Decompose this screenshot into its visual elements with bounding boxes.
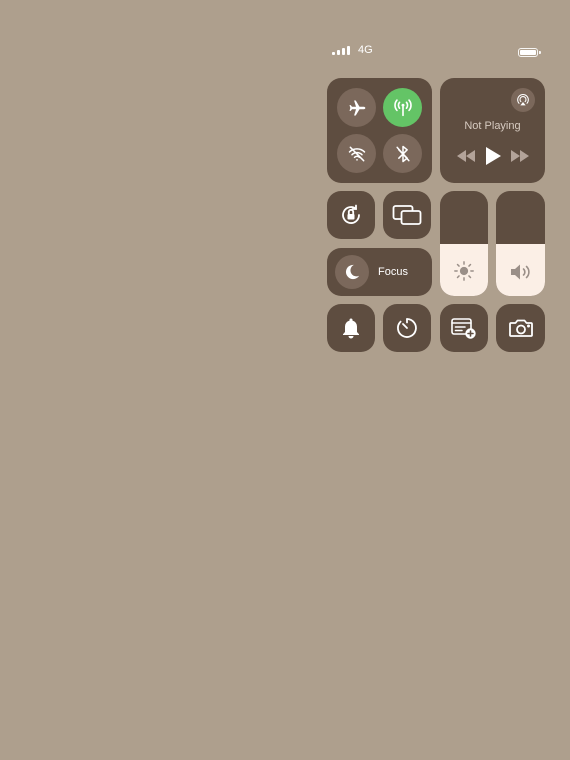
airplane-icon xyxy=(347,98,367,118)
focus-label: Focus xyxy=(378,266,408,278)
rewind-icon[interactable] xyxy=(456,150,475,162)
bell-icon xyxy=(341,317,361,339)
cellular-data-button[interactable] xyxy=(383,88,422,127)
sun-icon xyxy=(453,260,475,282)
connectivity-tile xyxy=(327,78,432,183)
wifi-button[interactable] xyxy=(337,134,376,173)
battery-level xyxy=(520,50,536,55)
playback-controls xyxy=(440,147,545,165)
timer-icon xyxy=(395,316,419,340)
battery-icon xyxy=(518,48,541,57)
moon-icon xyxy=(343,263,361,281)
airplay-icon xyxy=(515,92,531,108)
focus-button[interactable]: Focus xyxy=(327,248,432,296)
fast-forward-icon[interactable] xyxy=(510,150,529,162)
cellular-icon xyxy=(392,97,414,119)
orientation-lock-button[interactable] xyxy=(327,191,375,239)
bluetooth-button[interactable] xyxy=(383,134,422,173)
focus-moon-button xyxy=(335,255,369,289)
screen-mirroring-button[interactable] xyxy=(383,191,431,239)
camera-icon xyxy=(508,317,534,339)
network-type: 4G xyxy=(358,44,373,56)
orientation-lock-icon xyxy=(338,202,364,228)
wifi-off-icon xyxy=(347,144,367,164)
silent-mode-button[interactable] xyxy=(327,304,375,352)
brightness-slider[interactable] xyxy=(440,191,488,296)
quick-note-button[interactable] xyxy=(440,304,488,352)
bluetooth-off-icon xyxy=(393,144,413,164)
screen-mirroring-icon xyxy=(392,204,422,226)
play-icon[interactable] xyxy=(485,147,501,165)
signal-strength-icon xyxy=(332,45,350,55)
status-bar: 4G xyxy=(332,44,373,56)
note-add-icon xyxy=(450,316,478,340)
timer-button[interactable] xyxy=(383,304,431,352)
now-playing-tile[interactable]: Not Playing xyxy=(440,78,545,183)
now-playing-label: Not Playing xyxy=(464,120,521,132)
camera-button[interactable] xyxy=(496,304,545,352)
airplane-mode-button[interactable] xyxy=(337,88,376,127)
speaker-icon xyxy=(509,262,533,282)
volume-slider[interactable] xyxy=(496,191,545,296)
airplay-button[interactable] xyxy=(511,88,535,112)
